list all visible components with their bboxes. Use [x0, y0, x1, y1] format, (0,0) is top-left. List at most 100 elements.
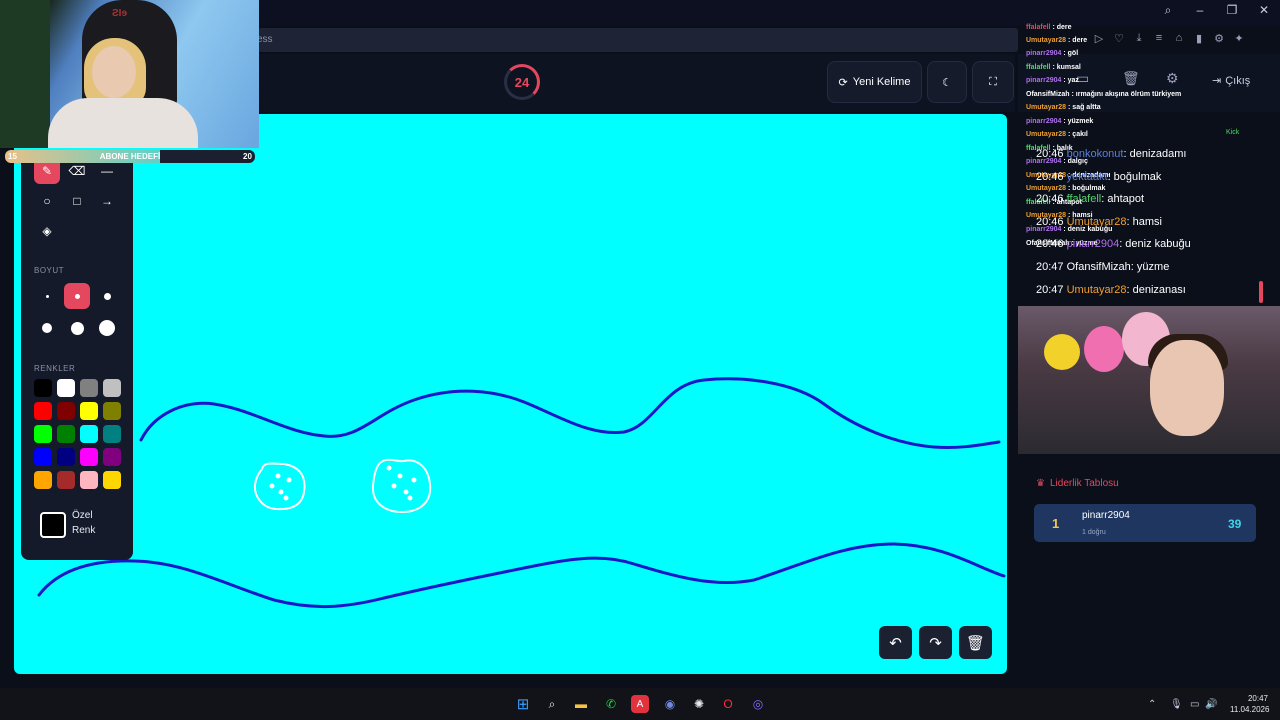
- dark-mode-button[interactable]: ☾: [927, 61, 967, 103]
- eraser-icon: ⌫: [68, 164, 86, 178]
- color-swatch[interactable]: [80, 379, 98, 397]
- chat-username[interactable]: yektaakt: [1067, 171, 1108, 183]
- settings-icon[interactable]: ⚙: [1214, 32, 1224, 45]
- chat-username[interactable]: pinarr2904: [1067, 238, 1120, 250]
- chat-username[interactable]: OfansifMizah: [1067, 261, 1131, 273]
- color-swatch[interactable]: [57, 471, 75, 489]
- color-swatch[interactable]: [103, 471, 121, 489]
- color-swatch[interactable]: [80, 471, 98, 489]
- color-swatch[interactable]: [34, 448, 52, 466]
- clear-canvas-button[interactable]: 🗑: [959, 626, 992, 659]
- close-icon[interactable]: ✕: [1256, 3, 1272, 18]
- chat-username[interactable]: ffalafell: [1026, 24, 1051, 31]
- size-dot: [70, 321, 84, 335]
- chat-username[interactable]: Umutayar28: [1067, 216, 1127, 228]
- address-bar[interactable]: [258, 28, 1018, 52]
- redo-button[interactable]: ↷: [919, 626, 952, 659]
- new-word-button[interactable]: ⟳ Yeni Kelime: [827, 61, 922, 103]
- search-icon[interactable]: ⌕: [1160, 3, 1176, 18]
- opera-icon[interactable]: O: [719, 695, 737, 713]
- menu-icon[interactable]: ≡: [1154, 32, 1164, 45]
- fill-tool[interactable]: ◈: [34, 218, 60, 244]
- whatsapp-icon[interactable]: ✆: [602, 695, 620, 713]
- chat-username[interactable]: pinarr2904: [1026, 118, 1061, 125]
- speaker-icon[interactable]: 🔊: [1205, 699, 1217, 710]
- color-swatch[interactable]: [57, 379, 75, 397]
- download-icon[interactable]: ⤓: [1134, 32, 1144, 45]
- play-icon[interactable]: ▷: [1094, 32, 1104, 45]
- color-swatch[interactable]: [57, 448, 75, 466]
- custom-color-line2: Renk: [72, 525, 96, 536]
- ai-icon[interactable]: ✦: [1234, 32, 1244, 45]
- color-swatch[interactable]: [57, 425, 75, 443]
- heart-icon[interactable]: ♡: [1114, 32, 1124, 45]
- color-swatch[interactable]: [80, 402, 98, 420]
- chat-username[interactable]: OfansifMizah: [1026, 91, 1070, 98]
- size-5-button[interactable]: [64, 315, 90, 341]
- size-2-button[interactable]: [64, 283, 90, 309]
- drawing-canvas[interactable]: [14, 114, 1007, 674]
- folder-icon[interactable]: ▬: [572, 695, 590, 713]
- chatgpt-icon[interactable]: ✺: [690, 695, 708, 713]
- size-6-button[interactable]: [94, 315, 120, 341]
- tab-icon[interactable]: ▮: [1194, 32, 1204, 45]
- custom-color-label[interactable]: Özel Renk: [72, 508, 112, 538]
- windows-start-icon[interactable]: ⊞: [514, 695, 532, 713]
- gear-icon[interactable]: ⚙: [1166, 70, 1179, 87]
- discord-icon[interactable]: ◉: [661, 695, 679, 713]
- color-swatch[interactable]: [34, 379, 52, 397]
- microphone-icon[interactable]: 🎙: [1170, 699, 1183, 710]
- screen: ⌕ – ❐ ✕ ess ▷ ♡ ⤓ ≡ ⌂ ▮ ⚙ ✦ 24 ⟳ Yeni Ke…: [0, 0, 1280, 720]
- chat-username[interactable]: Umutayar28: [1026, 104, 1066, 111]
- chat-username[interactable]: bonkokonut: [1067, 148, 1124, 160]
- circle-tool[interactable]: ○: [34, 188, 60, 214]
- color-swatch[interactable]: [80, 425, 98, 443]
- chat-text: : göl: [1061, 50, 1079, 57]
- undo-button[interactable]: ↶: [879, 626, 912, 659]
- chat-username[interactable]: Umutayar28: [1067, 284, 1127, 296]
- size-4-button[interactable]: [34, 315, 60, 341]
- clock[interactable]: 20:47 11.04.2026: [1230, 693, 1269, 715]
- color-swatch[interactable]: [103, 448, 121, 466]
- size-dot: [103, 292, 111, 300]
- trash-icon[interactable]: 🗑: [1122, 70, 1140, 87]
- drawing-strokes: [37, 377, 1006, 609]
- chat-username[interactable]: pinarr2904: [1026, 77, 1061, 84]
- color-swatch[interactable]: [80, 448, 98, 466]
- color-swatch[interactable]: [34, 402, 52, 420]
- color-swatch[interactable]: [57, 402, 75, 420]
- size-dot: [99, 320, 115, 336]
- leaderboard-rank: 1: [1052, 516, 1060, 531]
- exit-button[interactable]: ⇥ Çıkış: [1212, 74, 1250, 88]
- chat-username[interactable]: Umutayar28: [1026, 185, 1066, 192]
- goal-title: ABONE HEDEFİ: [99, 152, 161, 161]
- color-swatch[interactable]: [103, 379, 121, 397]
- chevron-up-icon[interactable]: ⌃: [1148, 699, 1156, 710]
- chat-text: : dere: [1050, 24, 1072, 31]
- color-swatch[interactable]: [34, 425, 52, 443]
- app-icon[interactable]: A: [631, 695, 649, 713]
- chat-username[interactable]: pinarr2904: [1026, 50, 1061, 57]
- chat-username[interactable]: Umutayar28: [1026, 131, 1066, 138]
- chat-scrollbar[interactable]: [1259, 281, 1263, 303]
- rectangle-tool[interactable]: □: [64, 188, 90, 214]
- search-icon[interactable]: ⌕: [543, 695, 561, 713]
- lock-icon[interactable]: ⌂: [1174, 32, 1184, 45]
- game-chat-message: 20:47 OfansifMizah: yüzme: [1036, 261, 1169, 273]
- chat-username[interactable]: ffalafell: [1026, 64, 1051, 71]
- custom-color-swatch[interactable]: [40, 512, 66, 538]
- minimize-icon[interactable]: –: [1192, 3, 1208, 18]
- monitor-icon[interactable]: ▭: [1190, 699, 1199, 710]
- arrow-tool[interactable]: →: [94, 188, 120, 214]
- assistant-icon[interactable]: ◎: [749, 695, 767, 713]
- color-swatch[interactable]: [103, 425, 121, 443]
- goal-target: 20: [243, 152, 252, 161]
- fullscreen-button[interactable]: ⛶: [972, 61, 1014, 103]
- size-1-button[interactable]: [34, 283, 60, 309]
- chat-username[interactable]: ffalafell: [1067, 193, 1102, 205]
- chat-username[interactable]: Umutayar28: [1026, 37, 1066, 44]
- color-swatch[interactable]: [103, 402, 121, 420]
- restore-icon[interactable]: ❐: [1224, 3, 1240, 18]
- size-3-button[interactable]: [94, 283, 120, 309]
- color-swatch[interactable]: [34, 471, 52, 489]
